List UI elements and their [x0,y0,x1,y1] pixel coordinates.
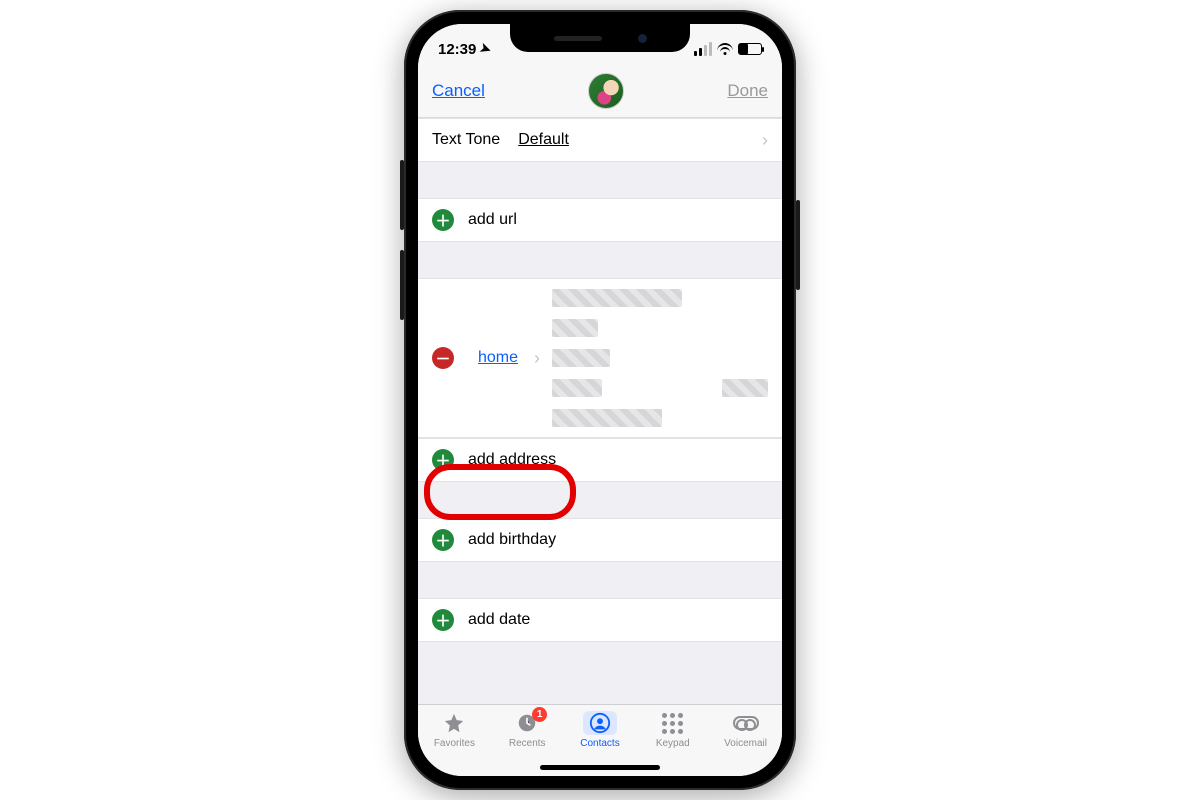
add-address-row[interactable]: ＋ add address [418,438,782,482]
cancel-button[interactable]: Cancel [432,81,485,101]
tab-label: Favorites [434,738,475,749]
tab-label: Keypad [656,738,690,749]
location-icon: ➤ [478,40,494,59]
tab-voicemail[interactable]: Voicemail [714,711,778,749]
add-url-row[interactable]: ＋ add url [418,198,782,242]
voicemail-icon [732,711,760,735]
address-type-label[interactable]: home [478,349,518,367]
notch [510,24,690,52]
keypad-icon [659,711,687,735]
home-indicator[interactable] [540,765,660,770]
nav-header: Cancel Done [418,64,782,118]
contact-avatar[interactable] [588,73,624,109]
add-url-label: add url [468,211,517,229]
screen: 12:39 ➤ Cancel Done [418,24,782,776]
tab-label: Recents [509,738,546,749]
tab-label: Voicemail [724,738,767,749]
plus-icon[interactable]: ＋ [432,209,454,231]
phone-frame: 12:39 ➤ Cancel Done [404,10,796,790]
battery-icon [738,43,762,55]
text-tone-label: Text Tone [432,131,500,149]
recents-badge: 1 [532,707,547,722]
minus-icon[interactable]: － [432,347,454,369]
tab-recents[interactable]: 1 Recents [495,711,559,749]
add-birthday-row[interactable]: ＋ add birthday [418,518,782,562]
tab-keypad[interactable]: Keypad [641,711,705,749]
add-address-label: add address [468,451,556,469]
chevron-right-icon: › [534,348,540,369]
tab-contacts[interactable]: Contacts [568,711,632,749]
chevron-right-icon: › [762,130,768,151]
star-icon [440,711,468,735]
text-tone-value: Default [518,131,569,149]
plus-icon[interactable]: ＋ [432,609,454,631]
content-scroll[interactable]: Text Tone Default › ＋ add url － [418,118,782,704]
cellular-icon [694,42,712,56]
tab-label: Contacts [580,738,619,749]
status-time: 12:39 [438,41,476,58]
plus-icon[interactable]: ＋ [432,529,454,551]
address-home-row[interactable]: － home › [418,278,782,438]
text-tone-row[interactable]: Text Tone Default › [418,118,782,162]
contact-icon [583,711,617,735]
add-date-row[interactable]: ＋ add date [418,598,782,642]
plus-icon[interactable]: ＋ [432,449,454,471]
address-fields-redacted [552,289,768,427]
add-birthday-label: add birthday [468,531,556,549]
wifi-icon [717,43,733,55]
clock-icon: 1 [513,711,541,735]
add-date-label: add date [468,611,530,629]
tab-favorites[interactable]: Favorites [422,711,486,749]
done-button[interactable]: Done [727,81,768,101]
